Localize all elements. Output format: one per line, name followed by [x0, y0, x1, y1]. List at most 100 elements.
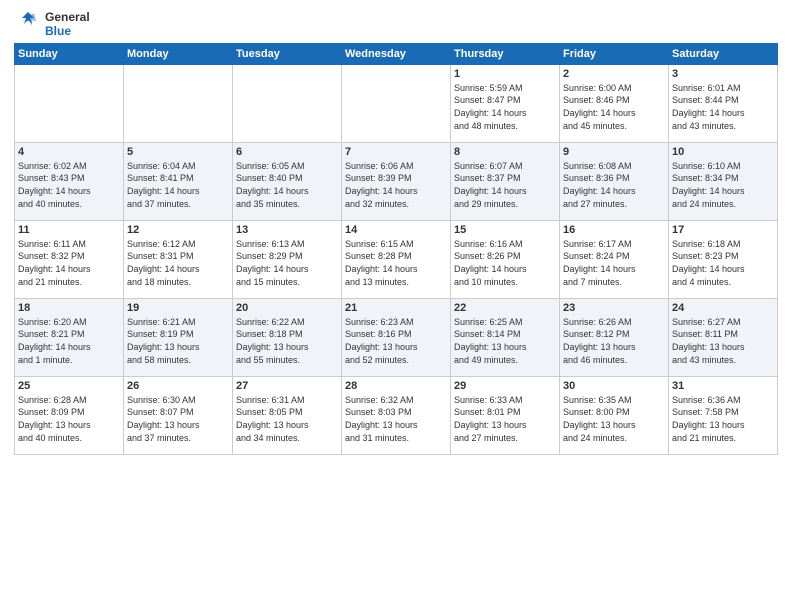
day-number: 7 [345, 146, 447, 158]
cell-content: Sunrise: 6:28 AM Sunset: 8:09 PM Dayligh… [18, 394, 120, 444]
day-number: 6 [236, 146, 338, 158]
cell-3-3: 21 Sunrise: 6:23 AM Sunset: 8:16 PM Dayli… [342, 298, 451, 376]
cell-content: Sunrise: 6:25 AM Sunset: 8:14 PM Dayligh… [454, 316, 556, 366]
week-row-1: 1 Sunrise: 5:59 AM Sunset: 8:47 PM Daylig… [15, 64, 778, 142]
day-number: 17 [672, 224, 774, 236]
week-row-5: 25 Sunrise: 6:28 AM Sunset: 8:09 PM Dayli… [15, 376, 778, 454]
day-number: 22 [454, 302, 556, 314]
cell-content: Sunrise: 6:12 AM Sunset: 8:31 PM Dayligh… [127, 238, 229, 288]
cell-content: Sunrise: 6:21 AM Sunset: 8:19 PM Dayligh… [127, 316, 229, 366]
day-number: 5 [127, 146, 229, 158]
header-saturday: Saturday [669, 43, 778, 64]
main-container: General Blue SundayMondayTuesdayWednesda… [0, 0, 792, 461]
day-number: 23 [563, 302, 665, 314]
header-friday: Friday [560, 43, 669, 64]
cell-3-6: 24 Sunrise: 6:27 AM Sunset: 8:11 PM Dayli… [669, 298, 778, 376]
cell-content: Sunrise: 6:22 AM Sunset: 8:18 PM Dayligh… [236, 316, 338, 366]
day-number: 15 [454, 224, 556, 236]
day-number: 13 [236, 224, 338, 236]
cell-content: Sunrise: 6:27 AM Sunset: 8:11 PM Dayligh… [672, 316, 774, 366]
day-number: 30 [563, 380, 665, 392]
cell-1-6: 10 Sunrise: 6:10 AM Sunset: 8:34 PM Dayli… [669, 142, 778, 220]
day-number: 4 [18, 146, 120, 158]
day-number: 2 [563, 68, 665, 80]
cell-2-5: 16Sunrise: 6:17 AM Sunset: 8:24 PM Dayli… [560, 220, 669, 298]
cell-4-5: 30 Sunrise: 6:35 AM Sunset: 8:00 PM Dayli… [560, 376, 669, 454]
cell-1-3: 7 Sunrise: 6:06 AM Sunset: 8:39 PM Daylig… [342, 142, 451, 220]
header-monday: Monday [124, 43, 233, 64]
cell-content: Sunrise: 6:05 AM Sunset: 8:40 PM Dayligh… [236, 160, 338, 210]
day-number: 14 [345, 224, 447, 236]
day-number: 3 [672, 68, 774, 80]
header-row: SundayMondayTuesdayWednesdayThursdayFrid… [15, 43, 778, 64]
cell-content: Sunrise: 6:07 AM Sunset: 8:37 PM Dayligh… [454, 160, 556, 210]
cell-content: Sunrise: 6:08 AM Sunset: 8:36 PM Dayligh… [563, 160, 665, 210]
day-number: 28 [345, 380, 447, 392]
week-row-2: 4 Sunrise: 6:02 AM Sunset: 8:43 PM Daylig… [15, 142, 778, 220]
day-number: 16 [563, 224, 665, 236]
cell-content: Sunrise: 6:15 AM Sunset: 8:28 PM Dayligh… [345, 238, 447, 288]
day-number: 25 [18, 380, 120, 392]
day-number: 11 [18, 224, 120, 236]
cell-4-3: 28 Sunrise: 6:32 AM Sunset: 8:03 PM Dayli… [342, 376, 451, 454]
cell-content: Sunrise: 6:16 AM Sunset: 8:26 PM Dayligh… [454, 238, 556, 288]
cell-3-5: 23 Sunrise: 6:26 AM Sunset: 8:12 PM Dayli… [560, 298, 669, 376]
cell-2-3: 14 Sunrise: 6:15 AM Sunset: 8:28 PM Dayli… [342, 220, 451, 298]
cell-1-5: 9 Sunrise: 6:08 AM Sunset: 8:36 PM Daylig… [560, 142, 669, 220]
header-tuesday: Tuesday [233, 43, 342, 64]
cell-2-1: 12 Sunrise: 6:12 AM Sunset: 8:31 PM Dayli… [124, 220, 233, 298]
cell-content: Sunrise: 6:06 AM Sunset: 8:39 PM Dayligh… [345, 160, 447, 210]
cell-0-4: 1 Sunrise: 5:59 AM Sunset: 8:47 PM Daylig… [451, 64, 560, 142]
cell-1-0: 4 Sunrise: 6:02 AM Sunset: 8:43 PM Daylig… [15, 142, 124, 220]
day-number: 20 [236, 302, 338, 314]
day-number: 24 [672, 302, 774, 314]
week-row-4: 18 Sunrise: 6:20 AM Sunset: 8:21 PM Dayli… [15, 298, 778, 376]
cell-content: Sunrise: 6:32 AM Sunset: 8:03 PM Dayligh… [345, 394, 447, 444]
cell-content: Sunrise: 6:01 AM Sunset: 8:44 PM Dayligh… [672, 82, 774, 132]
day-number: 19 [127, 302, 229, 314]
day-number: 18 [18, 302, 120, 314]
cell-4-0: 25 Sunrise: 6:28 AM Sunset: 8:09 PM Dayli… [15, 376, 124, 454]
cell-2-4: 15 Sunrise: 6:16 AM Sunset: 8:26 PM Dayli… [451, 220, 560, 298]
calendar-table: SundayMondayTuesdayWednesdayThursdayFrid… [14, 43, 778, 455]
cell-content: Sunrise: 6:04 AM Sunset: 8:41 PM Dayligh… [127, 160, 229, 210]
day-number: 12 [127, 224, 229, 236]
cell-content: Sunrise: 6:23 AM Sunset: 8:16 PM Dayligh… [345, 316, 447, 366]
cell-2-0: 11 Sunrise: 6:11 AM Sunset: 8:32 PM Dayli… [15, 220, 124, 298]
cell-3-1: 19 Sunrise: 6:21 AM Sunset: 8:19 PM Dayli… [124, 298, 233, 376]
cell-content: Sunrise: 6:18 AM Sunset: 8:23 PM Dayligh… [672, 238, 774, 288]
logo: General Blue [14, 10, 90, 39]
day-number: 1 [454, 68, 556, 80]
day-number: 8 [454, 146, 556, 158]
day-number: 9 [563, 146, 665, 158]
cell-content: Sunrise: 6:36 AM Sunset: 7:58 PM Dayligh… [672, 394, 774, 444]
day-number: 31 [672, 380, 774, 392]
day-number: 10 [672, 146, 774, 158]
cell-content: Sunrise: 6:10 AM Sunset: 8:34 PM Dayligh… [672, 160, 774, 210]
cell-content: Sunrise: 6:02 AM Sunset: 8:43 PM Dayligh… [18, 160, 120, 210]
header-thursday: Thursday [451, 43, 560, 64]
header: General Blue [14, 10, 778, 39]
cell-0-5: 2Sunrise: 6:00 AM Sunset: 8:46 PM Daylig… [560, 64, 669, 142]
cell-2-2: 13 Sunrise: 6:13 AM Sunset: 8:29 PM Dayli… [233, 220, 342, 298]
day-number: 26 [127, 380, 229, 392]
cell-0-6: 3 Sunrise: 6:01 AM Sunset: 8:44 PM Daylig… [669, 64, 778, 142]
day-number: 21 [345, 302, 447, 314]
cell-content: Sunrise: 6:13 AM Sunset: 8:29 PM Dayligh… [236, 238, 338, 288]
cell-content: Sunrise: 5:59 AM Sunset: 8:47 PM Dayligh… [454, 82, 556, 132]
cell-content: Sunrise: 6:26 AM Sunset: 8:12 PM Dayligh… [563, 316, 665, 366]
cell-content: Sunrise: 6:35 AM Sunset: 8:00 PM Dayligh… [563, 394, 665, 444]
day-number: 29 [454, 380, 556, 392]
cell-4-1: 26Sunrise: 6:30 AM Sunset: 8:07 PM Dayli… [124, 376, 233, 454]
cell-content: Sunrise: 6:31 AM Sunset: 8:05 PM Dayligh… [236, 394, 338, 444]
header-sunday: Sunday [15, 43, 124, 64]
cell-0-3 [342, 64, 451, 142]
cell-2-6: 17 Sunrise: 6:18 AM Sunset: 8:23 PM Dayli… [669, 220, 778, 298]
cell-content: Sunrise: 6:20 AM Sunset: 8:21 PM Dayligh… [18, 316, 120, 366]
cell-content: Sunrise: 6:11 AM Sunset: 8:32 PM Dayligh… [18, 238, 120, 288]
cell-0-0 [15, 64, 124, 142]
cell-1-2: 6 Sunrise: 6:05 AM Sunset: 8:40 PM Daylig… [233, 142, 342, 220]
cell-1-1: 5 Sunrise: 6:04 AM Sunset: 8:41 PM Daylig… [124, 142, 233, 220]
cell-4-4: 29Sunrise: 6:33 AM Sunset: 8:01 PM Dayli… [451, 376, 560, 454]
cell-1-4: 8 Sunrise: 6:07 AM Sunset: 8:37 PM Daylig… [451, 142, 560, 220]
